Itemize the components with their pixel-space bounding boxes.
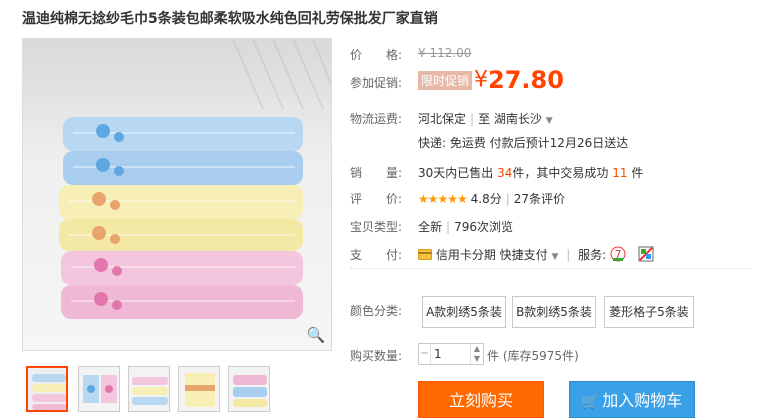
- shipping-delivery: 快递: 免运费 付款后预计12月26日送达: [418, 136, 629, 150]
- sales-suffix: 件: [631, 166, 644, 180]
- quantity-stock-info: 件 (库存5975件): [487, 347, 579, 364]
- section-divider: [350, 268, 750, 269]
- rating-separator: |: [505, 192, 510, 206]
- shipping-destination-selector[interactable]: 湖南长沙 ▼: [494, 112, 553, 126]
- service-label: 服务:: [578, 248, 607, 262]
- shipping-to-prefix: 至: [478, 112, 491, 126]
- promo-badge: 限时促销: [418, 70, 473, 90]
- towel-stack-image: [23, 39, 331, 350]
- guarantee-icon[interactable]: [630, 246, 654, 262]
- thumbnail-5[interactable]: [228, 366, 270, 412]
- type-info: 全新 | 796次浏览: [418, 218, 513, 235]
- currency-symbol: ¥: [474, 67, 489, 93]
- rating-reviews-link[interactable]: 27条评价: [514, 192, 565, 206]
- quantity-increment-button[interactable]: ▲ ▼: [470, 344, 483, 364]
- payment-separator: |: [566, 248, 571, 262]
- credit-card-icon: [418, 248, 432, 262]
- product-main-image[interactable]: 🔍: [22, 38, 332, 351]
- quantity-input[interactable]: [432, 344, 470, 364]
- quantity-decrement-button[interactable]: −: [419, 344, 431, 364]
- sales-count: 34: [497, 166, 513, 180]
- thumbnail-2[interactable]: [78, 366, 120, 412]
- quantity-label: 购买数量:: [350, 349, 403, 363]
- thumbnail-1[interactable]: [26, 366, 68, 412]
- shipping-from: 河北保定: [418, 112, 467, 126]
- type-label: 宝贝类型:: [350, 220, 403, 234]
- color-option-diamond[interactable]: 菱形格子5条装: [604, 296, 694, 328]
- color-option-b[interactable]: B款刺绣5条装: [512, 296, 596, 328]
- rating-info: ★★★★★ 4.8分 | 27条评价: [418, 190, 565, 207]
- sales-label: 销 量:: [350, 166, 403, 180]
- shipping-to: 湖南长沙: [493, 112, 542, 126]
- price-label: 价 格:: [350, 48, 403, 62]
- magnifier-icon[interactable]: 🔍: [305, 324, 327, 346]
- credit-installment-link[interactable]: 信用卡分期: [436, 248, 496, 262]
- rating-label: 评 价:: [350, 192, 403, 206]
- sales-middle: 件，其中交易成功: [512, 166, 609, 180]
- thumbnail-4[interactable]: [178, 366, 220, 412]
- color-label: 颜色分类:: [350, 304, 403, 318]
- buy-now-button[interactable]: 立刻购买: [418, 381, 544, 418]
- color-option-a[interactable]: A款刺绣5条装: [422, 296, 506, 328]
- view-count: 796次浏览: [454, 220, 513, 234]
- chevron-down-icon: ▼: [551, 252, 559, 262]
- sales-success-count: 11: [612, 166, 628, 180]
- type-separator: |: [446, 220, 451, 234]
- chevron-down-icon: ▼: [545, 116, 553, 126]
- promo-label: 参加促销:: [350, 76, 403, 90]
- type-value: 全新: [418, 220, 443, 234]
- shipping-separator: |: [470, 112, 475, 126]
- payment-label: 支 付:: [350, 248, 403, 262]
- promo-price-row: 限时促销 ¥27.80: [418, 66, 564, 94]
- shipping-route: 河北保定 | 至 湖南长沙 ▼: [418, 110, 553, 127]
- stock-count: (库存5975件): [502, 349, 579, 363]
- shopping-cart-icon: 🛒: [581, 394, 600, 410]
- thumbnail-3[interactable]: [128, 366, 170, 412]
- quick-pay-label: 快捷支付: [499, 248, 548, 262]
- shipping-label: 物流运费:: [350, 112, 403, 126]
- rating-stars: ★★★★★: [418, 192, 468, 206]
- payment-info: 信用卡分期 快捷支付 ▼ | 服务: 7: [418, 246, 654, 263]
- quick-pay-selector[interactable]: 快捷支付 ▼: [500, 248, 559, 262]
- add-to-cart-label: 加入购物车: [602, 391, 683, 410]
- sales-info: 30天内已售出 34件，其中交易成功 11 件: [418, 164, 643, 181]
- add-to-cart-button[interactable]: 🛒 加入购物车: [569, 381, 695, 418]
- promo-price: 27.80: [488, 66, 564, 94]
- original-price: ¥ 112.00: [418, 46, 472, 60]
- seven-day-return-icon[interactable]: 7: [610, 246, 626, 262]
- rating-score: 4.8分: [470, 192, 502, 206]
- sales-prefix: 30天内已售出: [418, 166, 494, 180]
- quantity-stepper: − ▲▼: [418, 343, 484, 365]
- product-info-panel: 价 格: ¥ 112.00 参加促销: 限时促销 ¥27.80 物流运费: 河北保…: [350, 0, 750, 418]
- quantity-unit: 件: [487, 349, 500, 363]
